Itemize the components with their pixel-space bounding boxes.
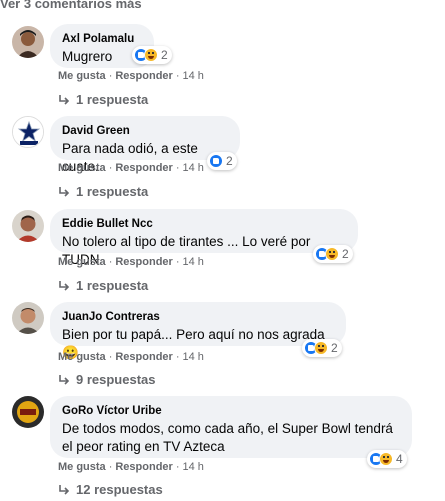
reply-button[interactable]: Responder	[115, 162, 172, 174]
replies-count: 1 respuesta	[76, 278, 149, 293]
avatar-emblem-icon	[12, 396, 44, 428]
timestamp[interactable]: 14 h	[183, 256, 204, 268]
reactions-summary[interactable]: 2	[132, 46, 172, 64]
separator: ·	[108, 256, 113, 268]
avatar-photo-icon	[12, 26, 44, 58]
separator: ·	[175, 162, 180, 174]
view-replies-link[interactable]: 1 respuesta	[58, 92, 148, 107]
comment-actions: Me gusta · Responder · 14 h	[58, 351, 204, 363]
separator: ·	[108, 162, 113, 174]
reply-button[interactable]: Responder	[115, 256, 172, 268]
reply-arrow-icon	[58, 94, 70, 106]
comment-actions: Me gusta · Responder · 14 h	[58, 256, 204, 268]
reply-arrow-icon	[58, 374, 70, 386]
comment-actions: Me gusta · Responder · 14 h	[58, 70, 204, 82]
separator: ·	[108, 461, 113, 473]
view-replies-link[interactable]: 1 respuesta	[58, 184, 148, 199]
avatar[interactable]	[12, 26, 44, 58]
view-replies-link[interactable]: 9 respuestas	[58, 372, 156, 387]
comment-author[interactable]: David Green	[62, 124, 228, 139]
avatar-photo-icon	[12, 210, 44, 242]
like-icon	[209, 154, 223, 168]
timestamp[interactable]: 14 h	[183, 461, 204, 473]
timestamp[interactable]: 14 h	[183, 162, 204, 174]
like-button[interactable]: Me gusta	[58, 461, 106, 473]
avatar[interactable]	[12, 210, 44, 242]
view-replies-link[interactable]: 1 respuesta	[58, 278, 148, 293]
comment-author[interactable]: Axl Polamalu	[62, 32, 142, 47]
replies-count: 9 respuestas	[76, 372, 156, 387]
comment-text: Mugrero	[62, 49, 113, 64]
comment-actions: Me gusta · Responder · 14 h	[58, 461, 204, 473]
like-button[interactable]: Me gusta	[58, 256, 106, 268]
avatar[interactable]	[12, 396, 44, 428]
reaction-count: 4	[396, 452, 403, 466]
haha-icon	[144, 48, 158, 62]
view-replies-link[interactable]: 12 respuestas	[58, 482, 163, 497]
haha-icon	[379, 452, 393, 466]
haha-icon	[314, 341, 328, 355]
reply-button[interactable]: Responder	[115, 70, 172, 82]
avatar-photo-icon	[12, 302, 44, 334]
comment-bubble: JuanJo Contreras Bien por tu papá... Per…	[50, 302, 346, 360]
reaction-count: 2	[226, 154, 233, 168]
comment-actions: Me gusta · Responder · 14 h	[58, 162, 204, 174]
reaction-count: 2	[331, 341, 338, 355]
view-more-comments-link[interactable]: Ver 3 comentarios más	[0, 0, 142, 11]
replies-count: 1 respuesta	[76, 184, 149, 199]
reactions-summary[interactable]: 2	[313, 245, 353, 263]
separator: ·	[175, 461, 180, 473]
comment-author[interactable]: JuanJo Contreras	[62, 310, 334, 325]
comment-bubble: Eddie Bullet Ncc No tolero al tipo de ti…	[50, 209, 358, 267]
reaction-count: 2	[342, 247, 349, 261]
cowboys-star-logo-icon	[13, 117, 43, 147]
comment-author[interactable]: GoRo Víctor Uribe	[62, 404, 400, 419]
timestamp[interactable]: 14 h	[183, 70, 204, 82]
separator: ·	[175, 351, 180, 363]
replies-count: 1 respuesta	[76, 92, 149, 107]
avatar[interactable]	[12, 302, 44, 334]
like-button[interactable]: Me gusta	[58, 162, 106, 174]
reply-button[interactable]: Responder	[115, 351, 172, 363]
reactions-summary[interactable]: 4	[367, 450, 407, 468]
timestamp[interactable]: 14 h	[183, 351, 204, 363]
separator: ·	[175, 256, 180, 268]
replies-count: 12 respuestas	[76, 482, 163, 497]
reactions-summary[interactable]: 2	[302, 339, 342, 357]
reply-button[interactable]: Responder	[115, 461, 172, 473]
reply-arrow-icon	[58, 186, 70, 198]
avatar[interactable]	[12, 116, 44, 148]
separator: ·	[108, 351, 113, 363]
separator: ·	[175, 70, 180, 82]
reaction-count: 2	[161, 48, 168, 62]
reply-arrow-icon	[58, 280, 70, 292]
like-button[interactable]: Me gusta	[58, 351, 106, 363]
haha-icon	[325, 247, 339, 261]
reactions-summary[interactable]: 2	[207, 152, 237, 170]
separator: ·	[108, 70, 113, 82]
comment-bubble: GoRo Víctor Uribe De todos modos, como c…	[50, 396, 412, 458]
reply-arrow-icon	[58, 484, 70, 496]
comment-text: De todos modos, como cada año, el Super …	[62, 421, 393, 454]
like-button[interactable]: Me gusta	[58, 70, 106, 82]
comment-author[interactable]: Eddie Bullet Ncc	[62, 217, 346, 232]
